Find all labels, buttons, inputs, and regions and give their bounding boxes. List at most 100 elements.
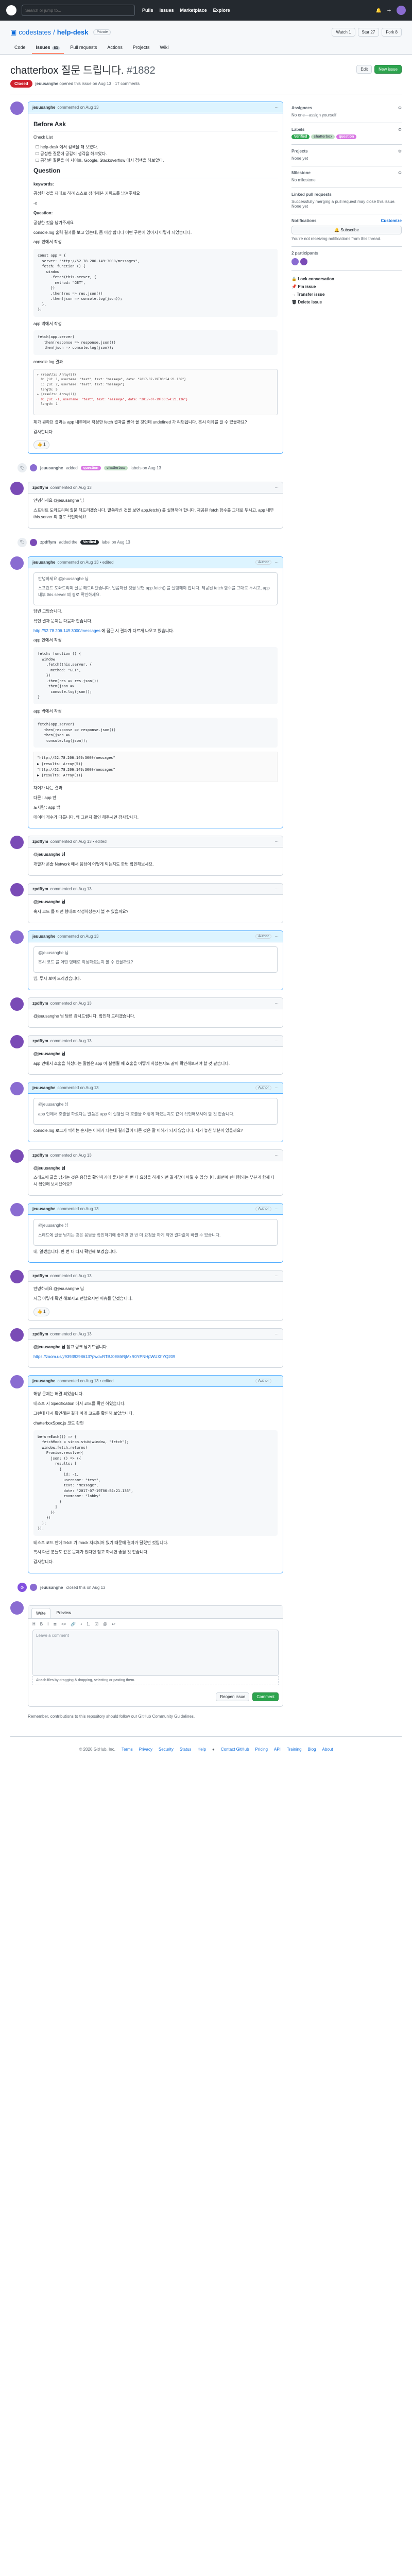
kebab-icon[interactable]: ··· <box>274 1207 279 1211</box>
gear-icon[interactable]: ⚙ <box>398 127 402 132</box>
gear-icon[interactable]: ⚙ <box>398 149 402 154</box>
label-question[interactable]: question <box>336 134 357 139</box>
kebab-icon[interactable]: ··· <box>274 1332 279 1336</box>
kebab-icon[interactable]: ··· <box>274 1379 279 1383</box>
avatar[interactable] <box>10 836 24 850</box>
lock-conversation[interactable]: 🔒 Lock conversation <box>291 275 402 283</box>
avatar[interactable] <box>10 1375 24 1389</box>
heading-icon[interactable]: H <box>32 1622 36 1626</box>
nav-marketplace[interactable]: Marketplace <box>180 8 207 13</box>
delete-issue[interactable]: 🗑 Delete issue <box>291 298 402 306</box>
italic-icon[interactable]: I <box>47 1622 48 1626</box>
label-chatterbox[interactable]: chatterbox <box>311 134 335 139</box>
kebab-icon[interactable]: ··· <box>274 887 279 891</box>
avatar[interactable] <box>10 930 24 944</box>
mention-icon[interactable]: @ <box>103 1622 107 1626</box>
avatar[interactable] <box>10 101 24 115</box>
label-verified[interactable]: Verified <box>80 540 99 545</box>
transfer-issue[interactable]: → Transfer issue <box>291 291 402 298</box>
kebab-icon[interactable]: ··· <box>274 1086 279 1090</box>
tab-write[interactable]: Write <box>31 1608 50 1619</box>
subscribe-button[interactable]: 🔔 Subscribe <box>291 226 402 234</box>
quote-icon[interactable]: ≣ <box>53 1622 57 1626</box>
repo-name[interactable]: help-desk <box>57 28 89 36</box>
footer-link[interactable]: Terms <box>122 1747 133 1752</box>
kebab-icon[interactable]: ··· <box>274 1039 279 1043</box>
avatar[interactable] <box>10 883 24 896</box>
bell-icon[interactable]: 🔔 <box>376 8 382 13</box>
avatar[interactable] <box>10 997 24 1011</box>
attach-files[interactable]: Attach files by dragging & dropping, sel… <box>32 1676 279 1686</box>
link[interactable]: http://52.78.206.149:3000/messages <box>33 629 100 633</box>
tab-code[interactable]: Code <box>10 42 30 54</box>
footer-link[interactable]: About <box>322 1747 333 1752</box>
footer-link[interactable]: Training <box>287 1747 302 1752</box>
footer-link[interactable]: Pricing <box>255 1747 268 1752</box>
footer-link[interactable]: Help <box>198 1747 206 1752</box>
kebab-icon[interactable]: ··· <box>274 1001 279 1006</box>
avatar[interactable] <box>300 258 307 265</box>
avatar[interactable] <box>30 538 37 546</box>
footer-link[interactable]: Contact GitHub <box>221 1747 249 1752</box>
kebab-icon[interactable]: ··· <box>274 485 279 490</box>
comment-button[interactable]: Comment <box>252 1692 279 1702</box>
watch-button[interactable]: Watch 1 <box>332 28 355 37</box>
search-input[interactable] <box>22 5 135 16</box>
bold-icon[interactable]: B <box>40 1622 43 1626</box>
pin-issue[interactable]: 📌 Pin issue <box>291 283 402 291</box>
avatar[interactable] <box>10 1270 24 1284</box>
comment-textarea[interactable]: Leave a comment <box>32 1630 279 1676</box>
task-list-icon[interactable]: ☑ <box>95 1622 98 1626</box>
fork-button[interactable]: Fork 8 <box>382 28 402 37</box>
footer-link[interactable]: Security <box>159 1747 174 1752</box>
avatar[interactable] <box>10 1082 24 1096</box>
nav-pulls[interactable]: Pulls <box>142 8 153 13</box>
assignees-value[interactable]: No one—assign yourself <box>291 113 402 117</box>
tab-issues[interactable]: Issues 83 <box>31 42 64 54</box>
label-verified[interactable]: Verified <box>291 134 310 139</box>
checkbox-icon[interactable]: ☐ <box>36 145 39 149</box>
footer-link[interactable]: Privacy <box>139 1747 152 1752</box>
star-button[interactable]: Star 27 <box>357 28 380 37</box>
checkbox-icon[interactable]: ☐ <box>36 151 39 156</box>
avatar[interactable] <box>10 1203 24 1217</box>
avatar[interactable] <box>10 482 24 496</box>
kebab-icon[interactable]: ··· <box>274 839 279 844</box>
comment-author[interactable]: jeuusanghe <box>32 105 55 110</box>
avatar[interactable] <box>10 556 24 570</box>
kebab-icon[interactable]: ··· <box>274 1153 279 1158</box>
nav-issues[interactable]: Issues <box>160 8 174 13</box>
nav-explore[interactable]: Explore <box>213 8 230 13</box>
kebab-icon[interactable]: ··· <box>274 934 279 939</box>
link-icon[interactable]: 🔗 <box>71 1622 76 1626</box>
tab-wiki[interactable]: Wiki <box>156 42 173 54</box>
repo-owner[interactable]: codestates <box>19 28 51 36</box>
reaction-thumbs-up[interactable]: 👍 1 <box>33 440 49 450</box>
numbered-list-icon[interactable]: 1. <box>87 1622 90 1626</box>
customize-link[interactable]: Customize <box>381 218 402 223</box>
tab-pull-requests[interactable]: Pull requests <box>66 42 101 54</box>
tab-projects[interactable]: Projects <box>129 42 154 54</box>
avatar[interactable] <box>10 1149 24 1163</box>
zoom-link[interactable]: https://zoom.us/j/93939298613?pwd=RTBJ0E… <box>33 1354 278 1361</box>
code-icon[interactable]: <> <box>61 1622 66 1626</box>
gear-icon[interactable]: ⚙ <box>398 106 402 110</box>
tab-actions[interactable]: Actions <box>103 42 127 54</box>
avatar[interactable] <box>30 464 37 472</box>
avatar[interactable] <box>10 1601 24 1615</box>
kebab-icon[interactable]: ··· <box>274 560 279 565</box>
new-issue-button[interactable]: New issue <box>374 65 402 74</box>
tab-preview[interactable]: Preview <box>53 1608 75 1618</box>
label-question[interactable]: question <box>80 465 101 470</box>
kebab-icon[interactable]: ··· <box>274 1274 279 1278</box>
avatar[interactable] <box>30 1584 37 1591</box>
footer-link[interactable]: Blog <box>308 1747 316 1752</box>
avatar[interactable] <box>291 258 299 265</box>
edit-button[interactable]: Edit <box>356 65 372 74</box>
checkbox-icon[interactable]: ☐ <box>36 158 39 163</box>
reply-icon[interactable]: ↩ <box>112 1622 115 1626</box>
footer-link[interactable]: Status <box>180 1747 192 1752</box>
label-chatterbox[interactable]: chatterbox <box>104 465 128 470</box>
plus-icon[interactable]: ＋ <box>387 7 391 14</box>
avatar[interactable] <box>10 1328 24 1342</box>
